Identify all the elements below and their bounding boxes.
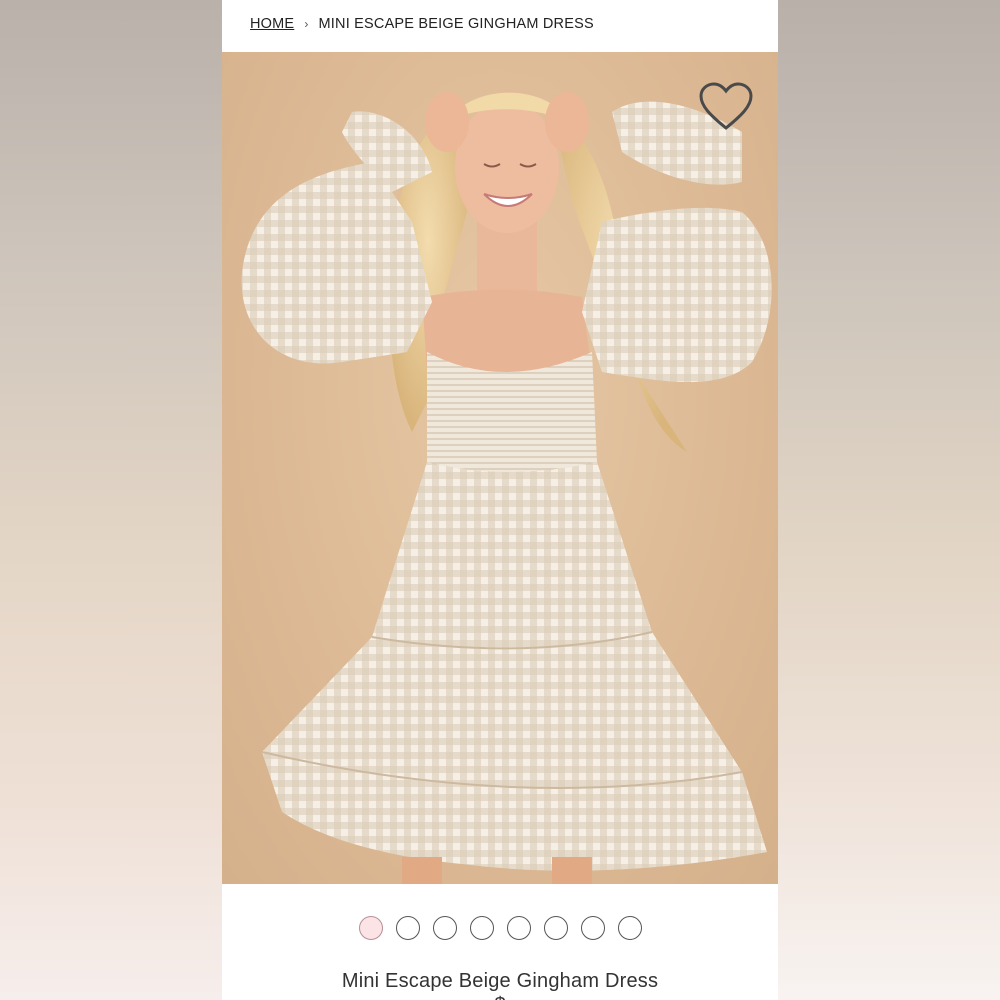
heart-outline-icon (699, 82, 753, 130)
hand-right (545, 92, 589, 152)
dress-skirt-tier-1 (372, 462, 652, 649)
leg-right (552, 857, 592, 884)
carousel-dot[interactable] (358, 916, 383, 940)
breadcrumb-home-link[interactable]: HOME (250, 16, 294, 32)
breadcrumb-separator: › (304, 17, 309, 31)
product-image[interactable] (222, 52, 778, 884)
carousel-dot[interactable] (395, 916, 420, 940)
carousel-dot[interactable] (543, 916, 568, 940)
product-title: Mini Escape Beige Gingham Dress (341, 970, 659, 992)
breadcrumb-current: MINI ESCAPE BEIGE GINGHAM DRESS (318, 16, 594, 32)
product-photo-illustration (241, 92, 772, 884)
product-price: $ (222, 994, 778, 1000)
carousel-dot[interactable] (506, 916, 531, 940)
carousel-dot[interactable] (617, 916, 642, 940)
carousel-dot[interactable] (432, 916, 457, 940)
breadcrumb: HOME › MINI ESCAPE BEIGE GINGHAM DRESS (250, 14, 594, 34)
carousel-dot[interactable] (469, 916, 494, 940)
product-page: HOME › MINI ESCAPE BEIGE GINGHAM DRESS M… (222, 0, 778, 1000)
background-right (778, 0, 1000, 1000)
carousel-dots (222, 916, 778, 940)
background-left (0, 0, 222, 1000)
wishlist-button[interactable] (698, 82, 754, 132)
carousel-dot[interactable] (580, 916, 605, 940)
face (455, 101, 559, 233)
hand-left (425, 92, 469, 152)
leg-left (402, 857, 442, 884)
dress-skirt-tier-2 (262, 632, 742, 788)
sleeve-right (582, 207, 772, 382)
